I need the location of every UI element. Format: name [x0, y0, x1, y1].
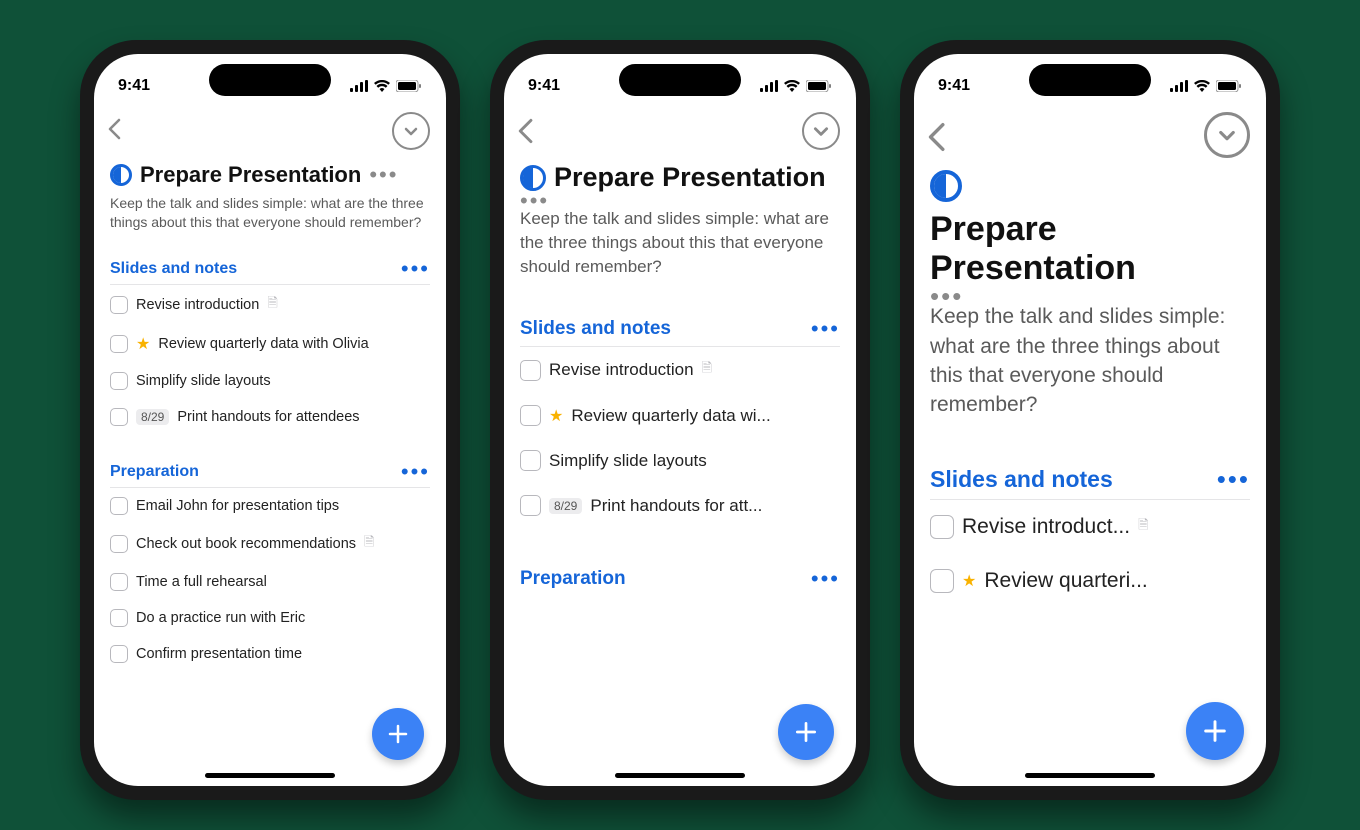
signal-icon: [1170, 80, 1188, 92]
checkbox-icon[interactable]: [520, 450, 541, 471]
add-button[interactable]: [778, 704, 834, 760]
checkbox-icon[interactable]: [110, 372, 128, 390]
task-row[interactable]: ★Review quarterly data wi...: [520, 393, 840, 438]
battery-icon: [396, 80, 422, 92]
wifi-icon: [374, 80, 390, 92]
progress-icon: [110, 164, 132, 186]
status-time: 9:41: [938, 77, 970, 95]
star-icon: ★: [549, 406, 563, 426]
checkbox-icon[interactable]: [110, 408, 128, 426]
back-button[interactable]: [516, 118, 542, 144]
task-row[interactable]: ★Review quarterly data with Olivia: [110, 325, 430, 363]
back-button[interactable]: [926, 122, 952, 148]
file-icon: 🗎: [1138, 516, 1148, 538]
checkbox-icon[interactable]: [110, 535, 128, 553]
checkbox-icon[interactable]: [110, 335, 128, 353]
task-row[interactable]: Do a practice run with Eric: [110, 600, 430, 636]
back-button[interactable]: [106, 118, 132, 144]
status-time: 9:41: [528, 77, 560, 95]
task-row[interactable]: Email John for presentation tips: [110, 488, 430, 524]
star-icon: ★: [962, 571, 976, 591]
task-row[interactable]: Check out book recommendations🗎: [110, 524, 430, 564]
task-row[interactable]: Simplify slide layouts: [110, 363, 430, 399]
battery-icon: [1216, 80, 1242, 92]
checkbox-icon[interactable]: [110, 497, 128, 515]
checkbox-icon[interactable]: [110, 573, 128, 591]
progress-icon: [930, 170, 962, 202]
section-title[interactable]: Preparation: [520, 568, 626, 590]
checkbox-icon[interactable]: [930, 515, 954, 539]
checkbox-icon[interactable]: [520, 495, 541, 516]
date-badge: 8/29: [549, 498, 582, 514]
status-time: 9:41: [118, 77, 150, 95]
file-icon: 🗎: [267, 294, 277, 316]
collapse-button[interactable]: [802, 112, 840, 150]
add-button[interactable]: [1186, 702, 1244, 760]
checkbox-icon[interactable]: [520, 405, 541, 426]
task-row[interactable]: 8/29Print handouts for attendees: [110, 399, 430, 435]
checkbox-icon[interactable]: [110, 609, 128, 627]
task-row[interactable]: ★Review quarteri...: [930, 554, 1250, 608]
collapse-button[interactable]: [1204, 112, 1250, 158]
checkbox-icon[interactable]: [110, 296, 128, 314]
task-row[interactable]: Revise introduction🗎: [520, 347, 840, 393]
section-title[interactable]: Slides and notes: [930, 466, 1113, 493]
checkbox-icon[interactable]: [110, 645, 128, 663]
wifi-icon: [784, 80, 800, 92]
add-button[interactable]: [372, 708, 424, 760]
project-description: Keep the talk and slides simple: what ar…: [520, 207, 840, 278]
star-icon: ★: [136, 334, 150, 354]
battery-icon: [806, 80, 832, 92]
section-title[interactable]: Slides and notes: [110, 260, 237, 278]
progress-icon: [520, 165, 546, 191]
signal-icon: [760, 80, 778, 92]
project-description: Keep the talk and slides simple: what ar…: [930, 302, 1250, 420]
date-badge: 8/29: [136, 409, 169, 425]
page-title: Prepare Presentation: [554, 162, 826, 193]
collapse-button[interactable]: [392, 112, 430, 150]
dynamic-island: [209, 64, 331, 96]
task-row[interactable]: Time a full rehearsal: [110, 564, 430, 600]
page-title: Prepare Presentation: [930, 210, 1250, 288]
file-icon: 🗎: [364, 533, 374, 555]
task-row[interactable]: 8/29Print handouts for att...: [520, 483, 840, 528]
home-indicator[interactable]: [615, 773, 745, 778]
checkbox-icon[interactable]: [930, 569, 954, 593]
home-indicator[interactable]: [1025, 773, 1155, 778]
file-icon: 🗎: [702, 359, 712, 381]
page-title: Prepare Presentation: [140, 162, 361, 188]
task-row[interactable]: Confirm presentation time: [110, 636, 430, 672]
dynamic-island: [1029, 64, 1151, 96]
home-indicator[interactable]: [205, 773, 335, 778]
section-title[interactable]: Slides and notes: [520, 318, 671, 340]
task-row[interactable]: Revise introduction🗎: [110, 285, 430, 325]
section-title[interactable]: Preparation: [110, 463, 199, 481]
wifi-icon: [1194, 80, 1210, 92]
checkbox-icon[interactable]: [520, 360, 541, 381]
task-row[interactable]: Revise introduct...🗎: [930, 500, 1250, 554]
dynamic-island: [619, 64, 741, 96]
task-row[interactable]: Simplify slide layouts: [520, 438, 840, 483]
signal-icon: [350, 80, 368, 92]
project-description: Keep the talk and slides simple: what ar…: [110, 194, 430, 232]
